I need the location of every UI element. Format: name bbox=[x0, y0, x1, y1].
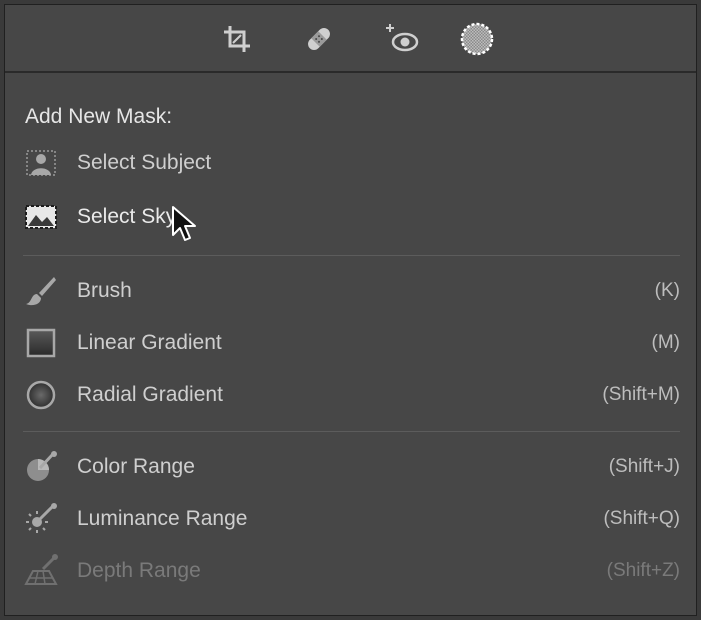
keyboard-shortcut: (Shift+J) bbox=[608, 456, 680, 477]
menu-item-linear-gradient[interactable]: Linear Gradient (M) bbox=[23, 321, 680, 365]
menu-item-brush[interactable]: Brush (K) bbox=[23, 269, 680, 313]
healing-icon bbox=[308, 28, 330, 50]
masking-icon bbox=[460, 22, 494, 56]
keyboard-shortcut: (Shift+Q) bbox=[603, 508, 680, 529]
menu-item-label: Brush bbox=[77, 279, 132, 302]
mouse-pointer-icon bbox=[172, 206, 196, 241]
menu-divider bbox=[23, 255, 680, 256]
menu-item-label: Select Subject bbox=[77, 151, 212, 174]
crop-tool-button[interactable] bbox=[217, 19, 257, 59]
menu-item-label: Radial Gradient bbox=[77, 383, 223, 406]
color-range-icon bbox=[23, 449, 63, 485]
brush-icon bbox=[23, 273, 63, 309]
menu-item-color-range[interactable]: Color Range (Shift+J) bbox=[23, 445, 680, 489]
keyboard-shortcut: (Shift+Z) bbox=[606, 560, 680, 581]
menu-item-select-subject[interactable]: Select Subject bbox=[23, 141, 680, 185]
menu-item-label: Depth Range bbox=[77, 559, 201, 582]
menu-item-label: Linear Gradient bbox=[77, 331, 222, 354]
select-sky-icon bbox=[23, 199, 63, 235]
red-eye-tool-button[interactable] bbox=[383, 19, 423, 59]
menu-item-label: Select Sky bbox=[77, 205, 177, 228]
menu-item-luminance-range[interactable]: Luminance Range (Shift+Q) bbox=[23, 497, 680, 541]
keyboard-shortcut: (K) bbox=[654, 280, 680, 301]
crop-icon bbox=[224, 26, 250, 52]
keyboard-shortcut: (Shift+M) bbox=[602, 384, 680, 405]
add-new-mask-heading: Add New Mask: bbox=[25, 105, 173, 128]
radial-gradient-icon bbox=[23, 377, 63, 413]
menu-divider bbox=[23, 431, 680, 432]
linear-gradient-icon bbox=[23, 325, 63, 361]
luminance-range-icon bbox=[23, 501, 63, 537]
select-subject-icon bbox=[23, 145, 63, 181]
menu-item-depth-range: Depth Range (Shift+Z) bbox=[23, 549, 680, 593]
masking-tool-button[interactable] bbox=[457, 19, 497, 59]
tool-strip bbox=[5, 5, 696, 73]
menu-item-label: Luminance Range bbox=[77, 507, 248, 530]
menu-item-select-sky[interactable]: Select Sky bbox=[23, 195, 680, 239]
masking-panel: Add New Mask: Select Subject Select Sky bbox=[4, 4, 697, 616]
red-eye-icon bbox=[386, 24, 419, 52]
menu-item-label: Color Range bbox=[77, 455, 195, 478]
healing-tool-button[interactable] bbox=[299, 19, 339, 59]
depth-range-icon bbox=[23, 553, 63, 589]
keyboard-shortcut: (M) bbox=[651, 332, 680, 353]
menu-item-radial-gradient[interactable]: Radial Gradient (Shift+M) bbox=[23, 373, 680, 417]
